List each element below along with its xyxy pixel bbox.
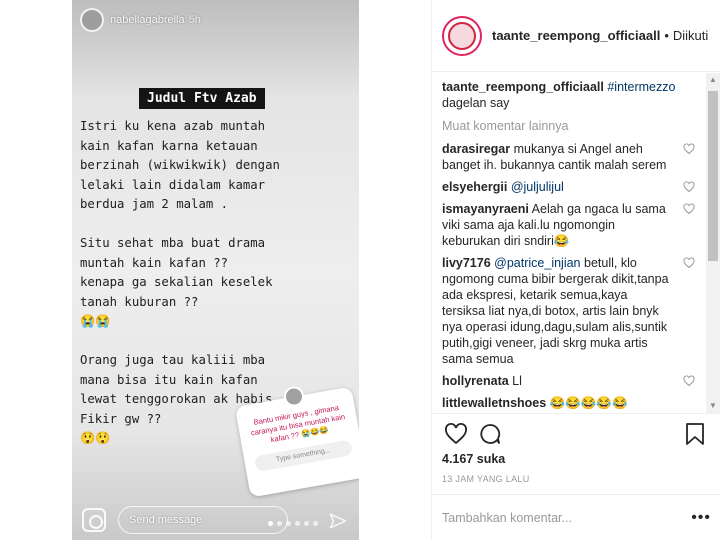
load-more-comments-button[interactable]: Muat komentar lainnya: [442, 119, 697, 133]
carousel-dot: [277, 521, 282, 526]
comment-mention[interactable]: @juljulijul: [511, 180, 564, 194]
story-header: nabellagabrella 5h: [80, 8, 201, 32]
like-comment-heart-icon[interactable]: [683, 203, 695, 215]
add-comment-input[interactable]: Tambahkan komentar...: [442, 511, 691, 525]
scroll-up-arrow-icon[interactable]: ▲: [706, 73, 720, 87]
carousel-dot: [295, 521, 300, 526]
like-comment-heart-icon[interactable]: [683, 143, 695, 155]
post-media-area: nabellagabrella 5h Judul Ftv Azab Istri …: [0, 0, 431, 540]
likes-number: 4.167: [442, 452, 474, 466]
carousel-dot: [286, 521, 291, 526]
comment-username[interactable]: darasiregar: [442, 142, 510, 156]
bookmark-icon[interactable]: [685, 422, 705, 446]
header-separator: •: [664, 28, 669, 43]
post-actions-bar: [432, 413, 720, 453]
add-comment-bar: Tambahkan komentar... •••: [432, 494, 720, 540]
comment-username[interactable]: livy7176: [442, 256, 491, 270]
comments-scrollbar[interactable]: ▲ ▼: [706, 73, 720, 413]
comment-text: betull, klo ngomong cuma bibir bergerak …: [442, 256, 669, 366]
story-time: 5h: [188, 14, 201, 26]
comment-item: ismayanyraeni Aelah ga ngaca lu sama vik…: [442, 201, 697, 249]
post-header: taante_reempong_officiaall • Diikuti: [432, 0, 720, 72]
more-options-icon[interactable]: •••: [691, 509, 711, 527]
story-question-sticker: Bantu mikir guys , gimana caranya itu bi…: [234, 384, 359, 498]
likes-label: suka: [476, 452, 506, 466]
comment-bubble-icon[interactable]: [478, 422, 502, 446]
comment-item: elsyehergii @juljulijul: [442, 179, 697, 195]
profile-logo: [448, 21, 476, 50]
scrollbar-thumb[interactable]: [708, 91, 718, 261]
send-arrow-icon: [329, 513, 347, 529]
carousel-dot: [313, 521, 318, 526]
like-comment-heart-icon[interactable]: [683, 257, 695, 269]
follow-status-button[interactable]: Diikuti: [673, 28, 708, 43]
profile-avatar[interactable]: [442, 15, 482, 56]
send-message-field: Send message: [118, 506, 288, 534]
camera-icon: [82, 508, 106, 532]
like-comment-heart-icon[interactable]: [683, 375, 695, 387]
scroll-down-arrow-icon[interactable]: ▼: [706, 399, 720, 413]
comment-mention[interactable]: @patrice_injian: [494, 256, 580, 270]
comment-text: 😂😂😂😂😂: [549, 396, 628, 410]
likes-count[interactable]: 4.167 suka: [442, 452, 505, 466]
comment-text: Ll: [512, 374, 522, 388]
comment-username[interactable]: hollyrenata: [442, 374, 509, 388]
comment-username[interactable]: littlewalletnshoes: [442, 396, 546, 410]
caption-hashtag[interactable]: #intermezzo: [607, 80, 675, 94]
like-comment-heart-icon[interactable]: [683, 181, 695, 193]
comments-list[interactable]: taante_reempong_officiaall #intermezzo d…: [432, 73, 707, 413]
carousel-dot: [268, 521, 273, 526]
story-username: nabellagabrella: [110, 14, 185, 26]
story-avatar: [80, 8, 104, 32]
comment-item: hollyrenata Ll: [442, 373, 697, 389]
carousel-dot: [304, 521, 309, 526]
comment-username[interactable]: elsyehergii: [442, 180, 507, 194]
comment-username[interactable]: ismayanyraeni: [442, 202, 529, 216]
caption-text: dagelan say: [442, 96, 510, 110]
post-timestamp: 13 JAM YANG LALU: [442, 474, 530, 484]
like-heart-icon[interactable]: [444, 422, 468, 446]
carousel-dots: [268, 521, 318, 526]
comments-panel: taante_reempong_officiaall • Diikuti taa…: [431, 0, 720, 540]
comment-item: darasiregar mukanya si Angel aneh banget…: [442, 141, 697, 173]
comment-item: littlewalletnshoes 😂😂😂😂😂: [442, 395, 697, 411]
comment-item: livy7176 @patrice_injian betull, klo ngo…: [442, 255, 697, 367]
caption-username[interactable]: taante_reempong_officiaall: [442, 80, 604, 94]
story-footer: Send message: [72, 500, 359, 540]
post-author-username[interactable]: taante_reempong_officiaall: [492, 28, 660, 43]
story-title: Judul Ftv Azab: [139, 88, 265, 109]
story-image: nabellagabrella 5h Judul Ftv Azab Istri …: [72, 0, 359, 540]
post-caption: taante_reempong_officiaall #intermezzo d…: [442, 79, 697, 111]
